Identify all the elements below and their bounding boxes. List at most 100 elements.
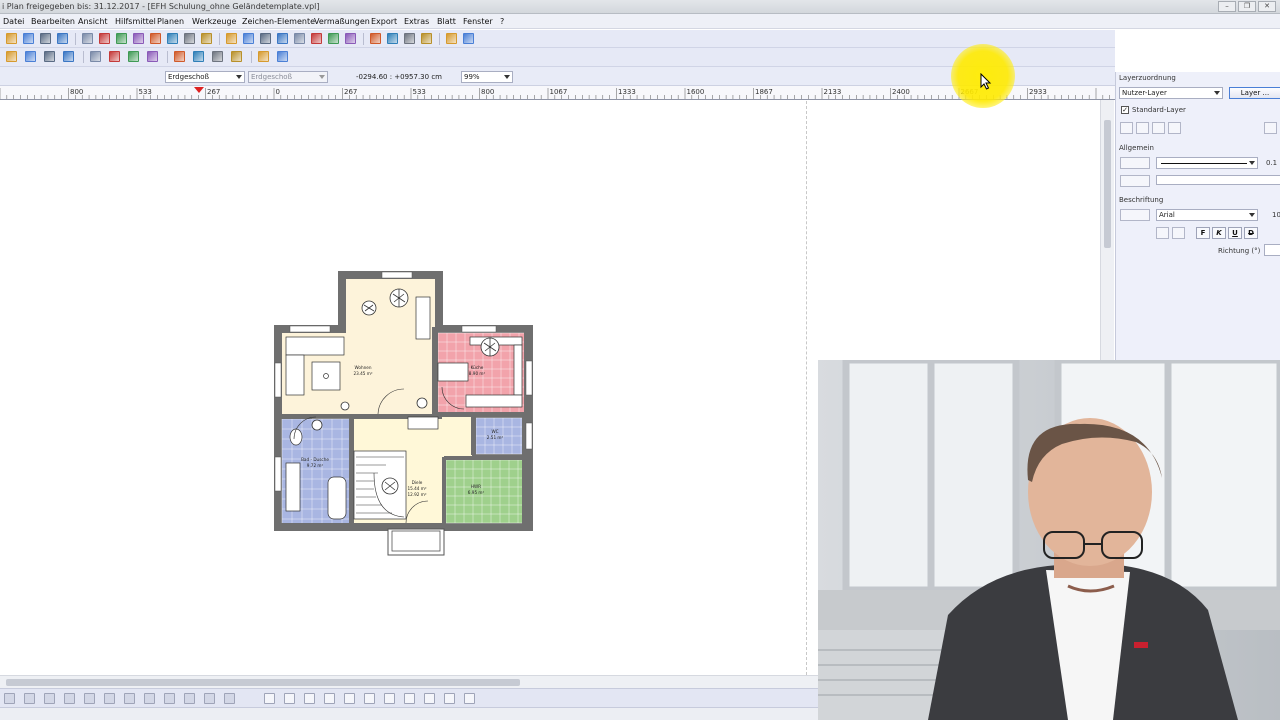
layer-merge-icon[interactable] [1152,122,1165,134]
measure-icon[interactable] [201,33,212,44]
standard-layer-checkbox[interactable]: ✓ [1121,106,1129,114]
layer-paste-icon[interactable] [1136,122,1149,134]
rotate-icon[interactable] [231,51,242,62]
grid-icon[interactable] [345,33,356,44]
ortho-icon[interactable] [128,51,139,62]
layer-split-icon[interactable] [1168,122,1181,134]
menu-vermassungen[interactable]: Vermaßungen [314,17,370,26]
select-icon[interactable] [4,693,15,704]
roof-icon[interactable] [294,33,305,44]
layer-copy-icon[interactable] [1120,122,1133,134]
menu-hilfsmittel[interactable]: Hilfsmittel [115,17,156,26]
ungroup-icon[interactable] [184,693,195,704]
rotate-icon[interactable] [64,693,75,704]
text-color-icon[interactable] [1120,209,1150,221]
move-icon[interactable] [44,693,55,704]
layer-icon[interactable] [444,693,455,704]
font-size-value[interactable]: 10 [1272,211,1280,219]
italic-button[interactable]: K [1212,227,1226,239]
pen-icon[interactable] [364,693,375,704]
pan-hand-icon[interactable] [133,33,144,44]
strikethrough-button[interactable]: D [1244,227,1258,239]
door-icon[interactable] [260,33,271,44]
floor-plan[interactable]: Wohnen 23.45 m² Küche 8.90 m² Bad - Dusc… [266,267,542,567]
font-select[interactable]: Arial [1156,209,1258,221]
minimize-button[interactable]: – [1218,1,1236,12]
arc-icon[interactable] [147,51,158,62]
dimension-icon[interactable] [424,693,435,704]
move-icon[interactable] [370,33,381,44]
menu-export[interactable]: Export [371,17,397,26]
catalog-icon[interactable] [463,33,474,44]
select-icon[interactable] [90,51,101,62]
scroll-thumb[interactable] [6,679,520,686]
cut-icon[interactable] [174,51,185,62]
menu-help[interactable]: ? [500,17,504,26]
scroll-thumb[interactable] [1104,120,1111,248]
hatch-icon[interactable] [404,693,415,704]
layer-reset-icon[interactable] [1264,122,1277,134]
bold-button[interactable]: F [1196,227,1210,239]
floor-up-icon[interactable] [25,51,36,62]
settings-icon[interactable] [464,693,475,704]
group-icon[interactable] [164,693,175,704]
room-icon[interactable] [311,33,322,44]
line-icon[interactable] [284,693,295,704]
floor-icon[interactable] [44,51,55,62]
home-icon[interactable] [6,51,17,62]
text-frame-icon[interactable] [1156,227,1169,239]
zoom-in-icon[interactable] [116,33,127,44]
menu-planen[interactable]: Planen [157,17,184,26]
menu-blatt[interactable]: Blatt [437,17,456,26]
object-icon[interactable] [421,33,432,44]
export-icon[interactable] [446,33,457,44]
mirror-icon[interactable] [212,51,223,62]
undo-icon[interactable] [204,693,215,704]
direction-input[interactable] [1264,244,1280,256]
zoom-select[interactable]: 99% [461,71,513,83]
print-icon[interactable] [40,33,51,44]
menu-extras[interactable]: Extras [404,17,429,26]
dimension-icon[interactable] [404,33,415,44]
menu-bearbeiten[interactable]: Bearbeiten [31,17,75,26]
open-folder-icon[interactable] [6,33,17,44]
trim-icon[interactable] [104,693,115,704]
info-icon[interactable] [57,33,68,44]
copy-icon[interactable] [24,693,35,704]
text-circle-icon[interactable] [1172,227,1185,239]
zoom-all-icon[interactable] [99,33,110,44]
euro-icon[interactable] [277,51,288,62]
3d-view-icon[interactable] [184,33,195,44]
menu-werkzeuge[interactable]: Werkzeuge [192,17,236,26]
line-width-value[interactable]: 0.1 [1266,159,1277,167]
fill-icon[interactable] [384,693,395,704]
menu-zeichen-elemente[interactable]: Zeichen-Elemente [242,17,315,26]
copy-icon[interactable] [193,51,204,62]
building-icon[interactable] [63,51,74,62]
menu-ansicht[interactable]: Ansicht [78,17,108,26]
menu-fenster[interactable]: Fenster [463,17,493,26]
redo-icon[interactable] [224,693,235,704]
reference-floor-select[interactable]: Erdgeschoß [248,71,328,83]
layer-view-icon[interactable] [167,33,178,44]
text-icon[interactable] [387,33,398,44]
menu-datei[interactable]: Datei [3,17,24,26]
extend-icon[interactable] [124,693,135,704]
line-style-select[interactable] [1156,157,1258,169]
slab-icon[interactable] [328,33,339,44]
restore-button[interactable]: ❐ [1238,1,1256,12]
mirror-icon[interactable] [84,693,95,704]
list-icon[interactable] [264,693,275,704]
floor-select[interactable]: Erdgeschoß [165,71,245,83]
layer-type-select[interactable]: Nutzer-Layer [1119,87,1223,99]
zoom-window-icon[interactable] [82,33,93,44]
stair-icon[interactable] [277,33,288,44]
fill-pattern-icon[interactable] [1120,175,1150,187]
layer-button[interactable]: Layer ... [1229,87,1280,99]
ellipse-icon[interactable] [324,693,335,704]
view-icon[interactable] [150,33,161,44]
save-icon[interactable] [23,33,34,44]
ruler-marker-icon[interactable] [194,87,204,93]
text-icon[interactable] [344,693,355,704]
window-icon[interactable] [243,33,254,44]
